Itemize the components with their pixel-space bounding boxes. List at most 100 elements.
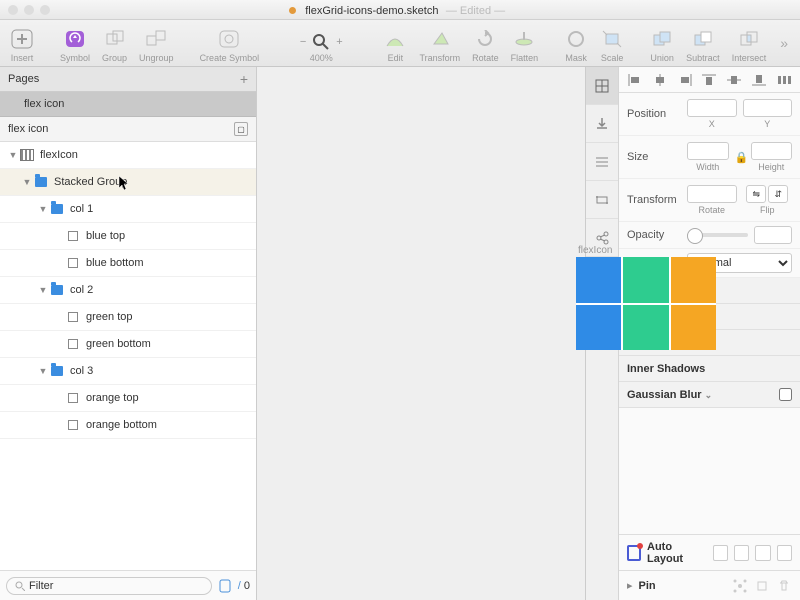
scale-button[interactable]: Scale <box>596 20 628 66</box>
alignment-row <box>619 67 800 93</box>
layer-row[interactable]: orange top <box>0 385 256 412</box>
cell-orange-top[interactable] <box>671 257 716 303</box>
folder-icon <box>34 176 48 188</box>
cell-green-top[interactable] <box>623 257 668 303</box>
union-button[interactable]: Union <box>646 20 678 66</box>
disclosure-icon[interactable]: ▼ <box>22 177 32 187</box>
width-input[interactable] <box>687 142 729 160</box>
zoom-control[interactable]: − + 400% <box>296 20 347 66</box>
toolbar-overflow-icon[interactable]: » <box>774 20 794 66</box>
zoom-in-icon[interactable]: + <box>336 36 342 48</box>
align-top-icon[interactable] <box>701 73 717 87</box>
artboard-label[interactable]: flexIcon <box>578 245 612 256</box>
layer-row[interactable]: ▼Stacked Group <box>0 169 256 196</box>
al-btn-2[interactable] <box>734 545 749 561</box>
al-btn-3[interactable] <box>755 545 770 561</box>
ungroup-button[interactable]: Ungroup <box>135 20 178 66</box>
add-page-button[interactable]: + <box>240 71 248 87</box>
tab-design[interactable] <box>586 67 618 105</box>
tab-resize[interactable] <box>586 181 618 219</box>
align-hcenter-icon[interactable] <box>652 73 668 87</box>
disclosure-icon[interactable]: ▼ <box>38 366 48 376</box>
intersect-button[interactable]: Intersect <box>728 20 771 66</box>
transform-button[interactable]: Transform <box>415 20 464 66</box>
opacity-value[interactable] <box>754 226 792 244</box>
pin-trash-icon[interactable] <box>776 578 792 594</box>
layer-name: blue bottom <box>86 257 143 269</box>
page-item[interactable]: flex icon <box>0 92 256 117</box>
edited-label: — Edited — <box>446 5 505 17</box>
breadcrumb[interactable]: flex icon ▢ <box>0 117 256 142</box>
tab-align[interactable] <box>586 143 618 181</box>
align-right-icon[interactable] <box>677 73 693 87</box>
symbol-button[interactable]: Symbol <box>56 20 94 66</box>
disclosure-icon[interactable]: ▼ <box>8 150 18 160</box>
lock-icon[interactable]: 🔒 <box>735 151 745 164</box>
artboard-jump-icon[interactable]: ▢ <box>234 122 248 136</box>
layer-row[interactable]: green bottom <box>0 331 256 358</box>
close-dot[interactable] <box>8 5 18 15</box>
align-vcenter-icon[interactable] <box>726 73 742 87</box>
create-symbol-button[interactable]: Create Symbol <box>196 20 264 66</box>
gaussian-blur-section[interactable]: Gaussian Blur ⌄ <box>619 382 800 408</box>
traffic-lights[interactable] <box>8 5 50 15</box>
window-titlebar: flexGrid-icons-demo.sketch — Edited — <box>0 0 800 20</box>
cell-green-bottom[interactable] <box>623 305 668 351</box>
layer-row[interactable]: orange bottom <box>0 412 256 439</box>
align-bottom-icon[interactable] <box>751 73 767 87</box>
layer-row[interactable]: ▼col 1 <box>0 196 256 223</box>
rect-icon <box>66 419 80 431</box>
blur-checkbox[interactable] <box>779 388 792 401</box>
opacity-slider[interactable] <box>687 233 748 237</box>
cell-blue-bottom[interactable] <box>576 305 621 351</box>
mirror-icon[interactable] <box>218 579 232 593</box>
layer-name: green top <box>86 311 132 323</box>
pin-grid-icon[interactable] <box>732 578 748 594</box>
minimize-dot[interactable] <box>24 5 34 15</box>
search-icon <box>15 581 25 591</box>
layer-name: flexIcon <box>40 149 78 161</box>
disclosure-icon[interactable]: ▼ <box>38 204 48 214</box>
rotate-input[interactable] <box>687 185 737 203</box>
rotate-button[interactable]: Rotate <box>468 20 503 66</box>
pin-expand-icon[interactable]: ▸ <box>627 579 633 592</box>
layer-row[interactable]: blue top <box>0 223 256 250</box>
align-left-icon[interactable] <box>627 73 643 87</box>
flatten-button[interactable]: Flatten <box>507 20 543 66</box>
zoom-dot[interactable] <box>40 5 50 15</box>
layer-row[interactable]: green top <box>0 304 256 331</box>
x-input[interactable] <box>687 99 737 117</box>
chevron-down-icon: ⌄ <box>705 390 713 400</box>
mask-button[interactable]: Mask <box>560 20 592 66</box>
cell-orange-bottom[interactable] <box>671 305 716 351</box>
rect-icon <box>66 392 80 404</box>
flip-h-button[interactable]: ⇋ <box>746 185 766 203</box>
filter-input[interactable]: Filter <box>6 577 212 595</box>
al-btn-1[interactable] <box>713 545 728 561</box>
subtract-button[interactable]: Subtract <box>682 20 724 66</box>
layer-name: col 2 <box>70 284 93 296</box>
layer-row[interactable]: ▼col 3 <box>0 358 256 385</box>
auto-layout-bar: Auto Layout <box>619 534 800 570</box>
left-footer: Filter / 0 <box>0 570 256 600</box>
pin-constraint-icon[interactable] <box>754 578 770 594</box>
layer-row[interactable]: ▼ flexIcon <box>0 142 256 169</box>
edit-button[interactable]: Edit <box>379 20 411 66</box>
layer-row[interactable]: ▼ col 2 <box>0 277 256 304</box>
insert-button[interactable]: Insert <box>6 20 38 66</box>
artboard[interactable] <box>576 257 716 350</box>
height-input[interactable] <box>751 142 793 160</box>
inner-shadows-section[interactable]: Inner Shadows <box>619 356 800 382</box>
disclosure-icon[interactable]: ▼ <box>38 285 48 295</box>
distribute-h-icon[interactable] <box>776 73 792 87</box>
layer-row[interactable]: blue bottom <box>0 250 256 277</box>
al-btn-4[interactable] <box>777 545 792 561</box>
cell-blue-top[interactable] <box>576 257 621 303</box>
canvas[interactable]: flexIcon <box>257 67 585 600</box>
flip-v-button[interactable]: ⇵ <box>768 185 788 203</box>
tab-export[interactable] <box>586 105 618 143</box>
zoom-out-icon[interactable]: − <box>300 36 306 48</box>
group-button[interactable]: Group <box>98 20 131 66</box>
auto-layout-icon[interactable] <box>627 545 641 561</box>
y-input[interactable] <box>743 99 793 117</box>
